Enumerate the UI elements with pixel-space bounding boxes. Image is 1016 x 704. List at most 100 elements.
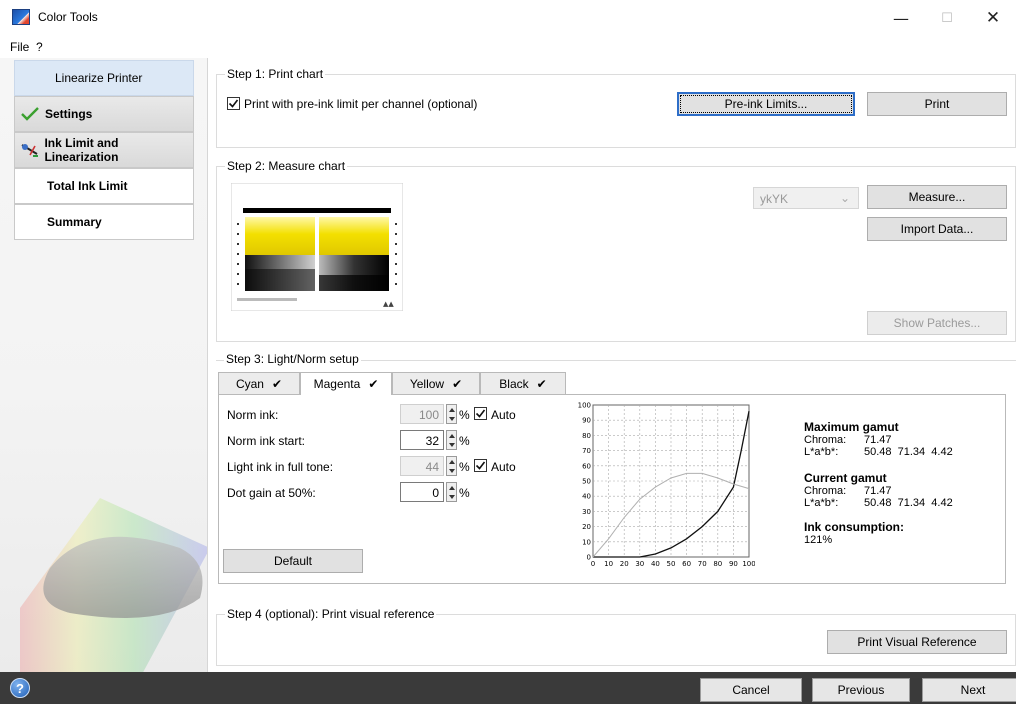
- sidebar-item-summary[interactable]: Summary: [14, 204, 194, 240]
- sidebar-item-total-ink-limit[interactable]: Total Ink Limit: [14, 168, 194, 204]
- x-tick-label: 20: [620, 560, 629, 568]
- max-gamut-title: Maximum gamut: [804, 420, 899, 434]
- measure-button[interactable]: Measure...: [867, 185, 1007, 209]
- tab-panel-magenta: Norm ink: 100 % Auto Norm ink start: 32 …: [218, 394, 1006, 584]
- norm-ink-start-field[interactable]: 32: [400, 430, 444, 450]
- sidebar-item-label: Ink Limit and Linearization: [44, 136, 119, 164]
- check-icon: ✔: [452, 376, 463, 391]
- max-lab-value: 50.48 71.34 4.42: [864, 446, 953, 458]
- menu-file[interactable]: File: [10, 40, 29, 54]
- x-tick-label: 100: [742, 560, 755, 568]
- menu-help[interactable]: ?: [36, 40, 43, 54]
- current-chroma-value: 71.47: [864, 485, 892, 497]
- ink-consumption-value: 121%: [804, 534, 833, 546]
- light-ink-field[interactable]: 44: [400, 456, 444, 476]
- light-ink-unit: %: [459, 460, 470, 474]
- y-tick-label: 80: [582, 432, 591, 440]
- x-tick-label: 80: [713, 560, 722, 568]
- x-tick-label: 70: [698, 560, 707, 568]
- close-button[interactable]: ✕: [970, 4, 1016, 32]
- channel-select-value: ykYK: [760, 192, 789, 206]
- pre-ink-checkbox[interactable]: [227, 97, 240, 110]
- y-tick-label: 10: [582, 538, 591, 546]
- chevron-down-icon: ⌄: [839, 191, 850, 205]
- decorative-device-image: [20, 498, 207, 672]
- light-ink-label: Light ink in full tone:: [227, 460, 334, 474]
- sidebar-item-label: Total Ink Limit: [47, 179, 128, 193]
- pre-ink-checkbox-label: Print with pre-ink limit per channel (op…: [244, 97, 478, 111]
- tab-cyan[interactable]: Cyan ✔: [218, 372, 300, 394]
- help-icon[interactable]: ?: [10, 678, 30, 698]
- norm-ink-start-unit: %: [459, 434, 470, 448]
- dot-gain-stepper[interactable]: [446, 482, 457, 502]
- sidebar-item-label: Summary: [47, 215, 102, 229]
- y-tick-label: 50: [582, 478, 591, 486]
- norm-ink-start-stepper[interactable]: [446, 430, 457, 450]
- dot-gain-unit: %: [459, 486, 470, 500]
- x-tick-label: 10: [604, 560, 613, 568]
- y-tick-label: 0: [587, 554, 591, 562]
- print-button[interactable]: Print: [867, 92, 1007, 116]
- check-icon: ✔: [536, 376, 547, 391]
- y-tick-label: 90: [582, 417, 591, 425]
- import-data-button[interactable]: Import Data...: [867, 217, 1007, 241]
- x-tick-label: 30: [635, 560, 644, 568]
- measurement-chart-preview: ▲▲: [231, 183, 403, 311]
- current-lab-value: 50.48 71.34 4.42: [864, 497, 953, 509]
- channel-select[interactable]: ykYK ⌄: [753, 187, 859, 209]
- check-icon: ✔: [368, 377, 379, 391]
- max-lab-label: L*a*b*:: [804, 446, 839, 458]
- window-title: Color Tools: [38, 10, 98, 24]
- next-button[interactable]: Next: [922, 678, 1016, 702]
- default-button[interactable]: Default: [223, 549, 363, 573]
- tab-label: Black: [499, 376, 529, 391]
- tab-yellow[interactable]: Yellow ✔: [392, 372, 480, 394]
- sidebar-item-ink-limit[interactable]: Ink Limit and Linearization: [14, 132, 194, 168]
- dot-gain-field[interactable]: 0: [400, 482, 444, 502]
- light-ink-auto-checkbox[interactable]: [474, 459, 487, 472]
- maximize-button[interactable]: ☐: [924, 4, 970, 32]
- x-tick-label: 60: [682, 560, 691, 568]
- sidebar-item-label: Settings: [45, 107, 93, 121]
- check-icon: [15, 107, 45, 121]
- step1-title: Step 1: Print chart: [225, 67, 326, 81]
- y-tick-label: 60: [582, 462, 591, 470]
- previous-button[interactable]: Previous: [812, 678, 910, 702]
- tab-label: Magenta: [313, 377, 361, 391]
- linearization-curve-chart: 0 10 20 30 40 50 60 70 80 90 100 0 10 20 30 40 50 60 70 80 9…: [578, 402, 755, 569]
- current-gamut-info: Current gamut Chroma: 71.47 L*a*b*: 50.48 …: [804, 472, 953, 509]
- norm-ink-field[interactable]: 100: [400, 404, 444, 424]
- step2-group: Step 2: Measure chart ▲▲ ykYK ⌄ Measure.…: [216, 159, 1016, 342]
- norm-ink-auto-checkbox[interactable]: [474, 407, 487, 420]
- sidebar-item-settings[interactable]: Settings: [14, 96, 194, 132]
- app-icon: [12, 9, 30, 25]
- sidebar-item-linearize-printer[interactable]: Linearize Printer: [14, 60, 194, 96]
- light-ink-auto-label: Auto: [491, 460, 516, 474]
- y-tick-label: 20: [582, 523, 591, 531]
- measuring-device-icon: [15, 142, 44, 158]
- step4-title: Step 4 (optional): Print visual referenc…: [225, 607, 437, 621]
- tab-black[interactable]: Black ✔: [480, 372, 566, 394]
- y-tick-label: 100: [578, 402, 591, 410]
- norm-ink-label: Norm ink:: [227, 408, 279, 422]
- max-chroma-value: 71.47: [864, 434, 892, 446]
- x-tick-label: 40: [651, 560, 660, 568]
- pre-ink-limits-button[interactable]: Pre-ink Limits...: [677, 92, 855, 116]
- step2-title: Step 2: Measure chart: [225, 159, 348, 173]
- sidebar-item-label: Linearize Printer: [55, 71, 143, 85]
- print-visual-reference-button[interactable]: Print Visual Reference: [827, 630, 1007, 654]
- norm-ink-stepper[interactable]: [446, 404, 457, 424]
- footer-bar: ? Cancel Previous Next: [0, 672, 1016, 704]
- show-patches-button[interactable]: Show Patches...: [867, 311, 1007, 335]
- norm-ink-auto-label: Auto: [491, 408, 516, 422]
- svg-text:▲▲: ▲▲: [383, 300, 394, 308]
- tab-magenta[interactable]: Magenta ✔: [300, 372, 392, 395]
- dot-gain-label: Dot gain at 50%:: [227, 486, 316, 500]
- light-ink-stepper[interactable]: [446, 456, 457, 476]
- cancel-button[interactable]: Cancel: [700, 678, 802, 702]
- minimize-button[interactable]: —: [878, 4, 924, 32]
- max-chroma-label: Chroma:: [804, 434, 847, 446]
- x-tick-label: 0: [591, 560, 595, 568]
- sidebar: Linearize Printer Settings Ink Limit and…: [0, 58, 208, 672]
- current-gamut-title: Current gamut: [804, 471, 887, 485]
